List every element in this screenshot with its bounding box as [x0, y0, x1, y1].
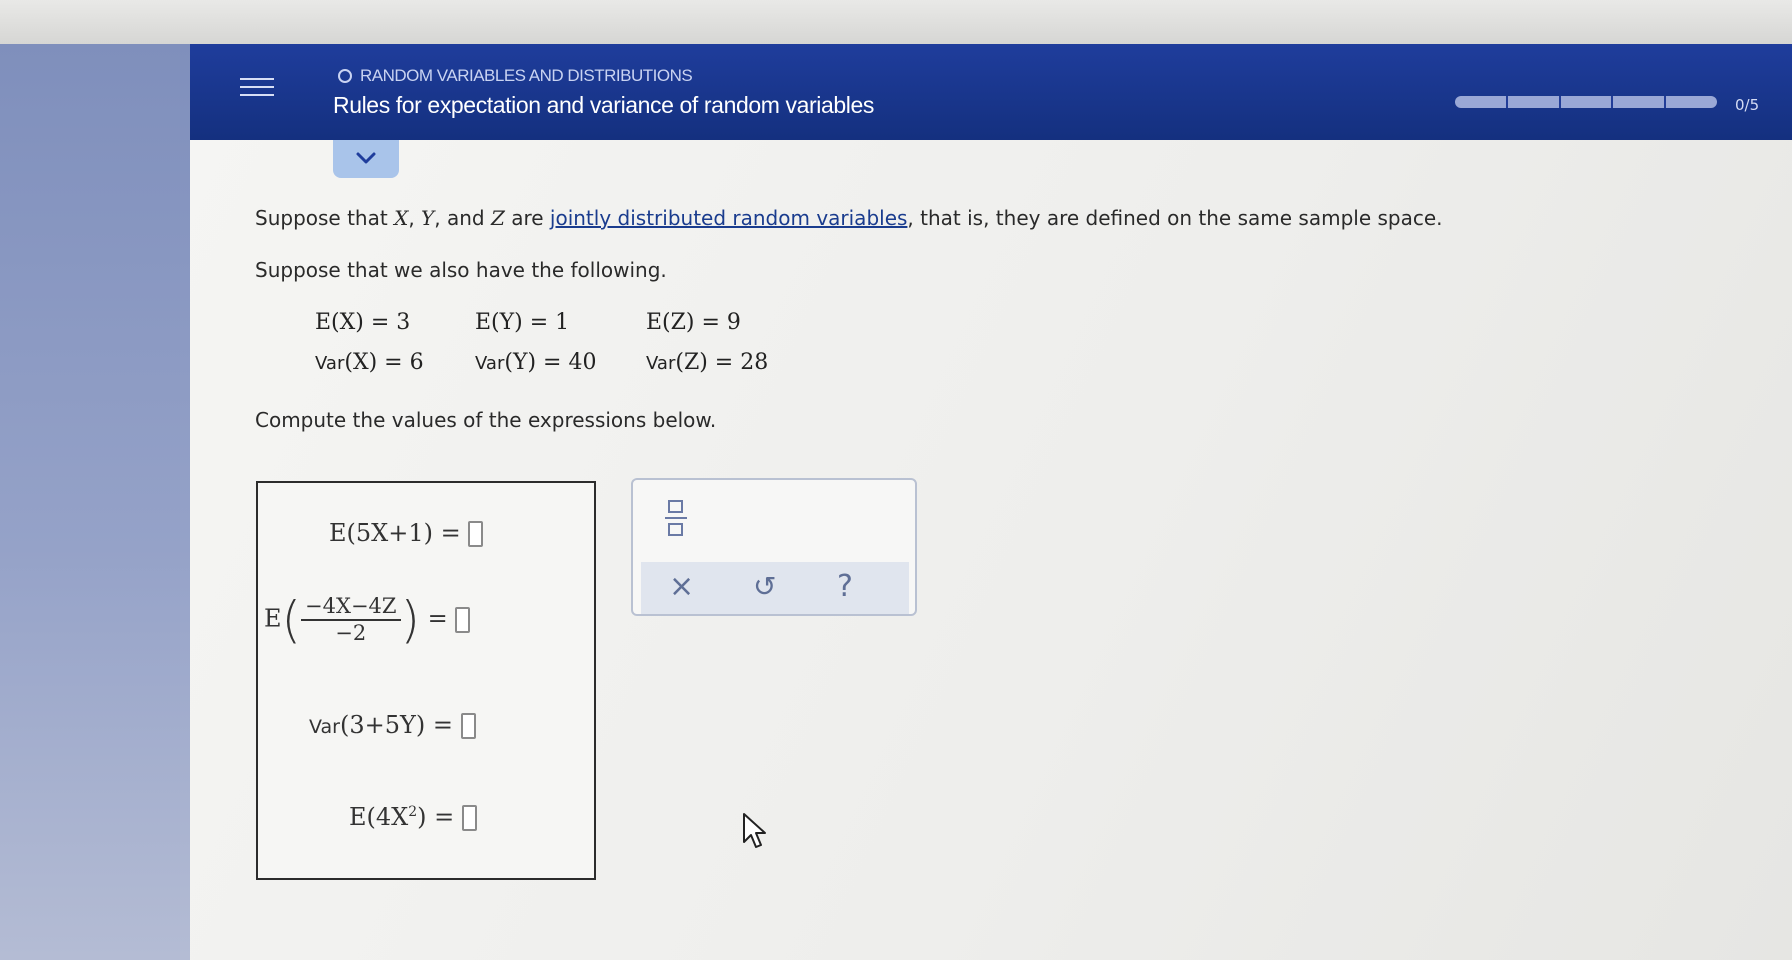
toolbox-actions: × ↺ ?	[641, 562, 909, 614]
left-margin	[0, 44, 190, 960]
browser-top-band	[0, 0, 1792, 44]
collapse-button[interactable]	[333, 140, 399, 178]
var-z: Z	[490, 206, 505, 230]
mouse-pointer-icon	[743, 813, 766, 848]
undo-button[interactable]: ↺	[753, 570, 776, 604]
progress-segment	[1666, 96, 1717, 108]
progress-segment	[1508, 96, 1561, 108]
expression-4: E(4X2) =	[349, 803, 477, 831]
given-var-z: Var(Z) = 28	[646, 350, 769, 375]
expression-1: E(5X+1) =	[329, 519, 484, 547]
given-var-y: Var(Y) = 40	[475, 350, 597, 375]
circle-icon	[338, 69, 352, 83]
help-button[interactable]: ?	[837, 570, 853, 604]
hamburger-icon	[240, 78, 274, 80]
main-content: Suppose that X, Y, and Z are jointly dis…	[190, 140, 1792, 960]
header-bar: RANDOM VARIABLES AND DISTRIBUTIONS Rules…	[190, 44, 1792, 140]
help-icon: ?	[837, 569, 853, 604]
expression-2: E(−4X−4Z −2) =	[264, 591, 471, 649]
close-icon: ×	[669, 569, 695, 604]
topic-text: RANDOM VARIABLES AND DISTRIBUTIONS	[360, 66, 693, 85]
var-x: X	[394, 206, 409, 230]
given-ex: E(X) = 3	[315, 310, 411, 335]
answer-input-2[interactable]	[455, 606, 471, 633]
progress-count: 0/5	[1735, 96, 1760, 114]
answer-input-4[interactable]	[461, 805, 477, 831]
progress-segment	[1613, 96, 1667, 108]
answer-input-3[interactable]	[460, 713, 476, 739]
math-toolbox: × ↺ ?	[631, 478, 917, 616]
var-y: Y	[421, 206, 435, 230]
problem-instruction: Compute the values of the expressions be…	[255, 408, 717, 432]
progress-segment	[1561, 96, 1614, 108]
glossary-link[interactable]: jointly distributed random variables	[550, 206, 908, 230]
answer-box: E(5X+1) = E(−4X−4Z −2) = Var(3+5Y) = E(4X…	[256, 481, 596, 880]
progress-segment	[1455, 96, 1508, 108]
fraction: −4X−4Z −2	[301, 594, 401, 646]
page-title: Rules for expectation and variance of ra…	[333, 92, 874, 118]
topic-label: RANDOM VARIABLES AND DISTRIBUTIONS	[338, 66, 693, 86]
problem-given-intro: Suppose that we also have the following.	[255, 258, 667, 282]
clear-button[interactable]: ×	[669, 570, 694, 604]
progress-bar	[1455, 96, 1717, 108]
chevron-down-icon	[356, 152, 376, 164]
menu-button[interactable]	[240, 78, 274, 102]
given-var-x: Var(X) = 6	[315, 350, 424, 375]
problem-intro: Suppose that X, Y, and Z are jointly dis…	[255, 206, 1443, 230]
answer-input-1[interactable]	[468, 521, 484, 547]
given-ey: E(Y) = 1	[475, 310, 570, 335]
given-ez: E(Z) = 9	[646, 310, 741, 335]
expression-3: Var(3+5Y) =	[309, 711, 476, 739]
fraction-icon	[668, 500, 683, 513]
fraction-button[interactable]	[663, 498, 689, 538]
undo-icon: ↺	[753, 570, 777, 603]
